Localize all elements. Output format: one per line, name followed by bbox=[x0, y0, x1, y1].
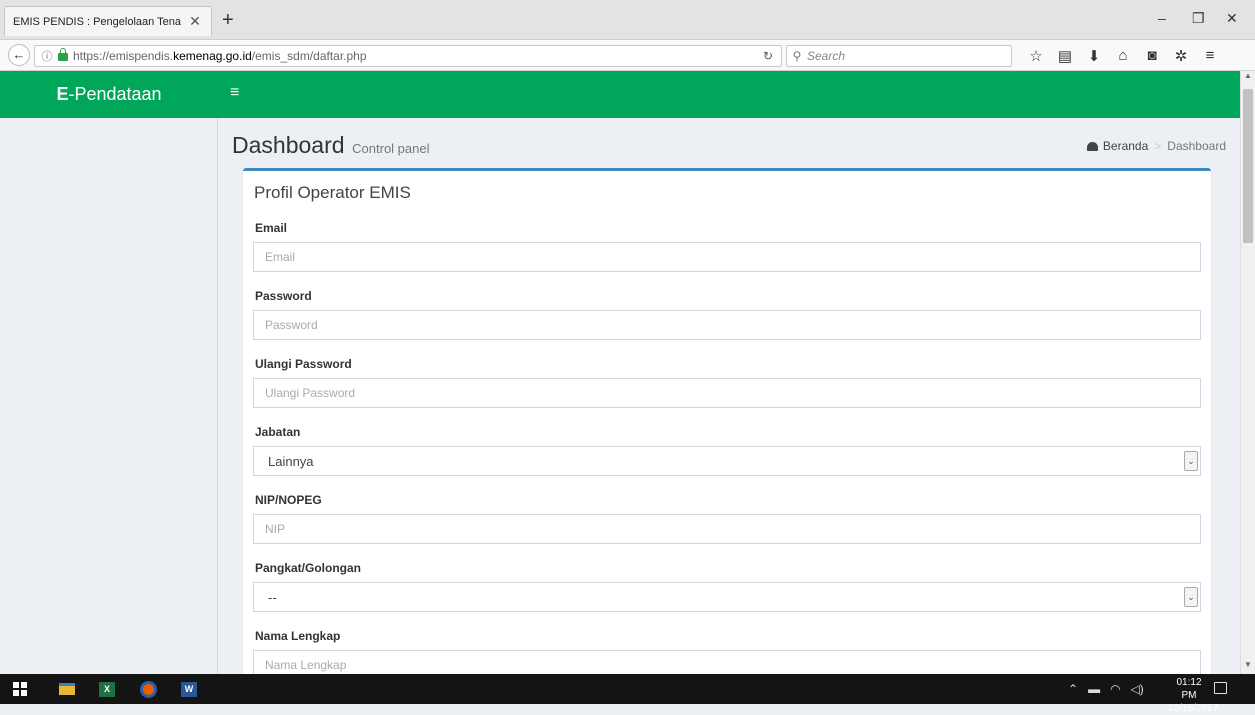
email-field[interactable] bbox=[253, 242, 1201, 272]
pocket-icon[interactable]: ◙ bbox=[1144, 47, 1160, 65]
wifi-icon[interactable]: ◠ bbox=[1110, 682, 1120, 696]
nip-field[interactable] bbox=[253, 514, 1201, 544]
page-scrollbar[interactable]: ▲ ▼ bbox=[1240, 71, 1255, 674]
breadcrumb-current: Dashboard bbox=[1167, 139, 1226, 153]
browser-navbar: ← ⓘ https://emispendis. kemenag.go.id/emi… bbox=[0, 40, 1255, 71]
scroll-down-icon[interactable]: ▼ bbox=[1241, 660, 1255, 674]
password-label: Password bbox=[255, 289, 312, 303]
page-title: Dashboard bbox=[232, 132, 345, 158]
battery-icon[interactable]: ▬ bbox=[1088, 682, 1100, 696]
repeat-password-label: Ulangi Password bbox=[255, 357, 352, 371]
lock-icon[interactable] bbox=[58, 48, 68, 61]
app-logo[interactable]: E-Pendataan bbox=[0, 71, 218, 118]
logo-text: -Pendataan bbox=[68, 84, 162, 104]
system-tray: ⌃ ▬ ◠ ◁) bbox=[1068, 674, 1144, 704]
info-icon[interactable]: ⓘ bbox=[39, 48, 55, 64]
nama-label: Nama Lengkap bbox=[255, 629, 341, 643]
form-title: Profil Operator EMIS bbox=[254, 183, 411, 202]
chevron-down-icon[interactable]: ⌄ bbox=[1184, 587, 1198, 607]
url-prefix: https://emispendis. bbox=[73, 49, 174, 63]
file-explorer-icon[interactable] bbox=[55, 674, 79, 704]
word-icon[interactable]: W bbox=[177, 674, 201, 704]
firefox-icon[interactable] bbox=[136, 674, 160, 704]
excel-icon[interactable]: X bbox=[95, 674, 119, 704]
search-icon: ⚲ bbox=[792, 49, 802, 63]
pangkat-selected-value: -- bbox=[268, 589, 277, 605]
chevron-up-icon[interactable]: ⌃ bbox=[1068, 682, 1078, 696]
hamburger-menu-icon[interactable]: ≡ bbox=[1202, 47, 1218, 65]
breadcrumb-home[interactable]: Beranda bbox=[1103, 139, 1148, 153]
chevron-down-icon[interactable]: ⌄ bbox=[1184, 451, 1198, 471]
sidebar bbox=[0, 118, 218, 674]
main-content: Dashboard Control panel Beranda > Dashbo… bbox=[218, 118, 1240, 674]
reading-list-icon[interactable]: ▤ bbox=[1057, 47, 1073, 65]
repeat-password-field[interactable] bbox=[253, 378, 1201, 408]
restore-button[interactable]: ❐ bbox=[1192, 10, 1205, 27]
search-input[interactable]: ⚲ Search bbox=[786, 45, 1012, 67]
sidebar-toggle-icon[interactable]: ≡ bbox=[230, 84, 239, 102]
jabatan-selected-value: Lainnya bbox=[268, 453, 314, 469]
scroll-thumb[interactable] bbox=[1243, 89, 1253, 243]
app-header: E-Pendataan ≡ bbox=[0, 71, 1240, 118]
clock-time: 01:12 PM bbox=[1176, 677, 1202, 701]
scroll-up-icon[interactable]: ▲ bbox=[1241, 71, 1255, 85]
reload-icon[interactable]: ↻ bbox=[763, 49, 773, 63]
dashboard-icon bbox=[1086, 141, 1098, 151]
pangkat-label: Pangkat/Golongan bbox=[255, 561, 362, 575]
tab-close-icon[interactable]: ✕ bbox=[187, 13, 203, 30]
logo-bold: E bbox=[56, 84, 69, 104]
password-field[interactable] bbox=[253, 310, 1201, 340]
nama-field[interactable] bbox=[253, 650, 1201, 674]
nip-label: NIP/NOPEG bbox=[255, 493, 322, 507]
windows-taskbar: X W ⌃ ▬ ◠ ◁) 01:12 PM 10/18/2017 bbox=[0, 674, 1255, 714]
jabatan-label: Jabatan bbox=[255, 425, 301, 439]
download-icon[interactable]: ⬇ bbox=[1086, 47, 1102, 65]
back-arrow-icon[interactable]: ← bbox=[8, 44, 30, 66]
taskbar-clock[interactable]: 01:12 PM 10/18/2017 bbox=[1168, 676, 1218, 715]
notification-icon[interactable] bbox=[1214, 682, 1227, 694]
breadcrumb: Beranda > Dashboard bbox=[1086, 139, 1226, 153]
breadcrumb-separator: > bbox=[1154, 139, 1162, 153]
volume-icon[interactable]: ◁) bbox=[1131, 682, 1144, 696]
browser-tab-strip: EMIS PENDIS : Pengelolaan Tena ✕ + – ❐ ✕ bbox=[0, 0, 1255, 40]
email-label: Email bbox=[255, 221, 288, 235]
search-placeholder: Search bbox=[807, 49, 846, 63]
browser-tab[interactable]: EMIS PENDIS : Pengelolaan Tena ✕ bbox=[4, 6, 212, 36]
minimize-button[interactable]: – bbox=[1158, 10, 1166, 26]
content-header: Dashboard Control panel Beranda > Dashbo… bbox=[232, 132, 1228, 162]
windows-start-icon[interactable] bbox=[12, 674, 28, 704]
home-icon[interactable]: ⌂ bbox=[1115, 47, 1131, 65]
jabatan-select[interactable]: Lainnya ⌄ bbox=[253, 446, 1201, 476]
pangkat-select[interactable]: -- ⌄ bbox=[253, 582, 1201, 612]
browser-toolbar: ☆ ▤ ⬇ ⌂ ◙ ✲ ≡ bbox=[1028, 47, 1218, 65]
url-path: /emis_sdm/daftar.php bbox=[251, 49, 367, 63]
tab-title: EMIS PENDIS : Pengelolaan Tena bbox=[13, 15, 181, 28]
new-tab-button[interactable]: + bbox=[222, 10, 234, 30]
extension-icon[interactable]: ✲ bbox=[1173, 47, 1189, 65]
url-host: kemenag.go.id bbox=[173, 49, 252, 63]
bookmark-star-icon[interactable]: ☆ bbox=[1028, 47, 1044, 65]
profile-form-box: Profil Operator EMIS Email Password Ulan… bbox=[243, 168, 1211, 674]
close-window-button[interactable]: ✕ bbox=[1226, 10, 1238, 27]
url-bar[interactable]: ⓘ https://emispendis. kemenag.go.id/emis_… bbox=[34, 45, 782, 67]
page-subtitle: Control panel bbox=[352, 141, 430, 156]
